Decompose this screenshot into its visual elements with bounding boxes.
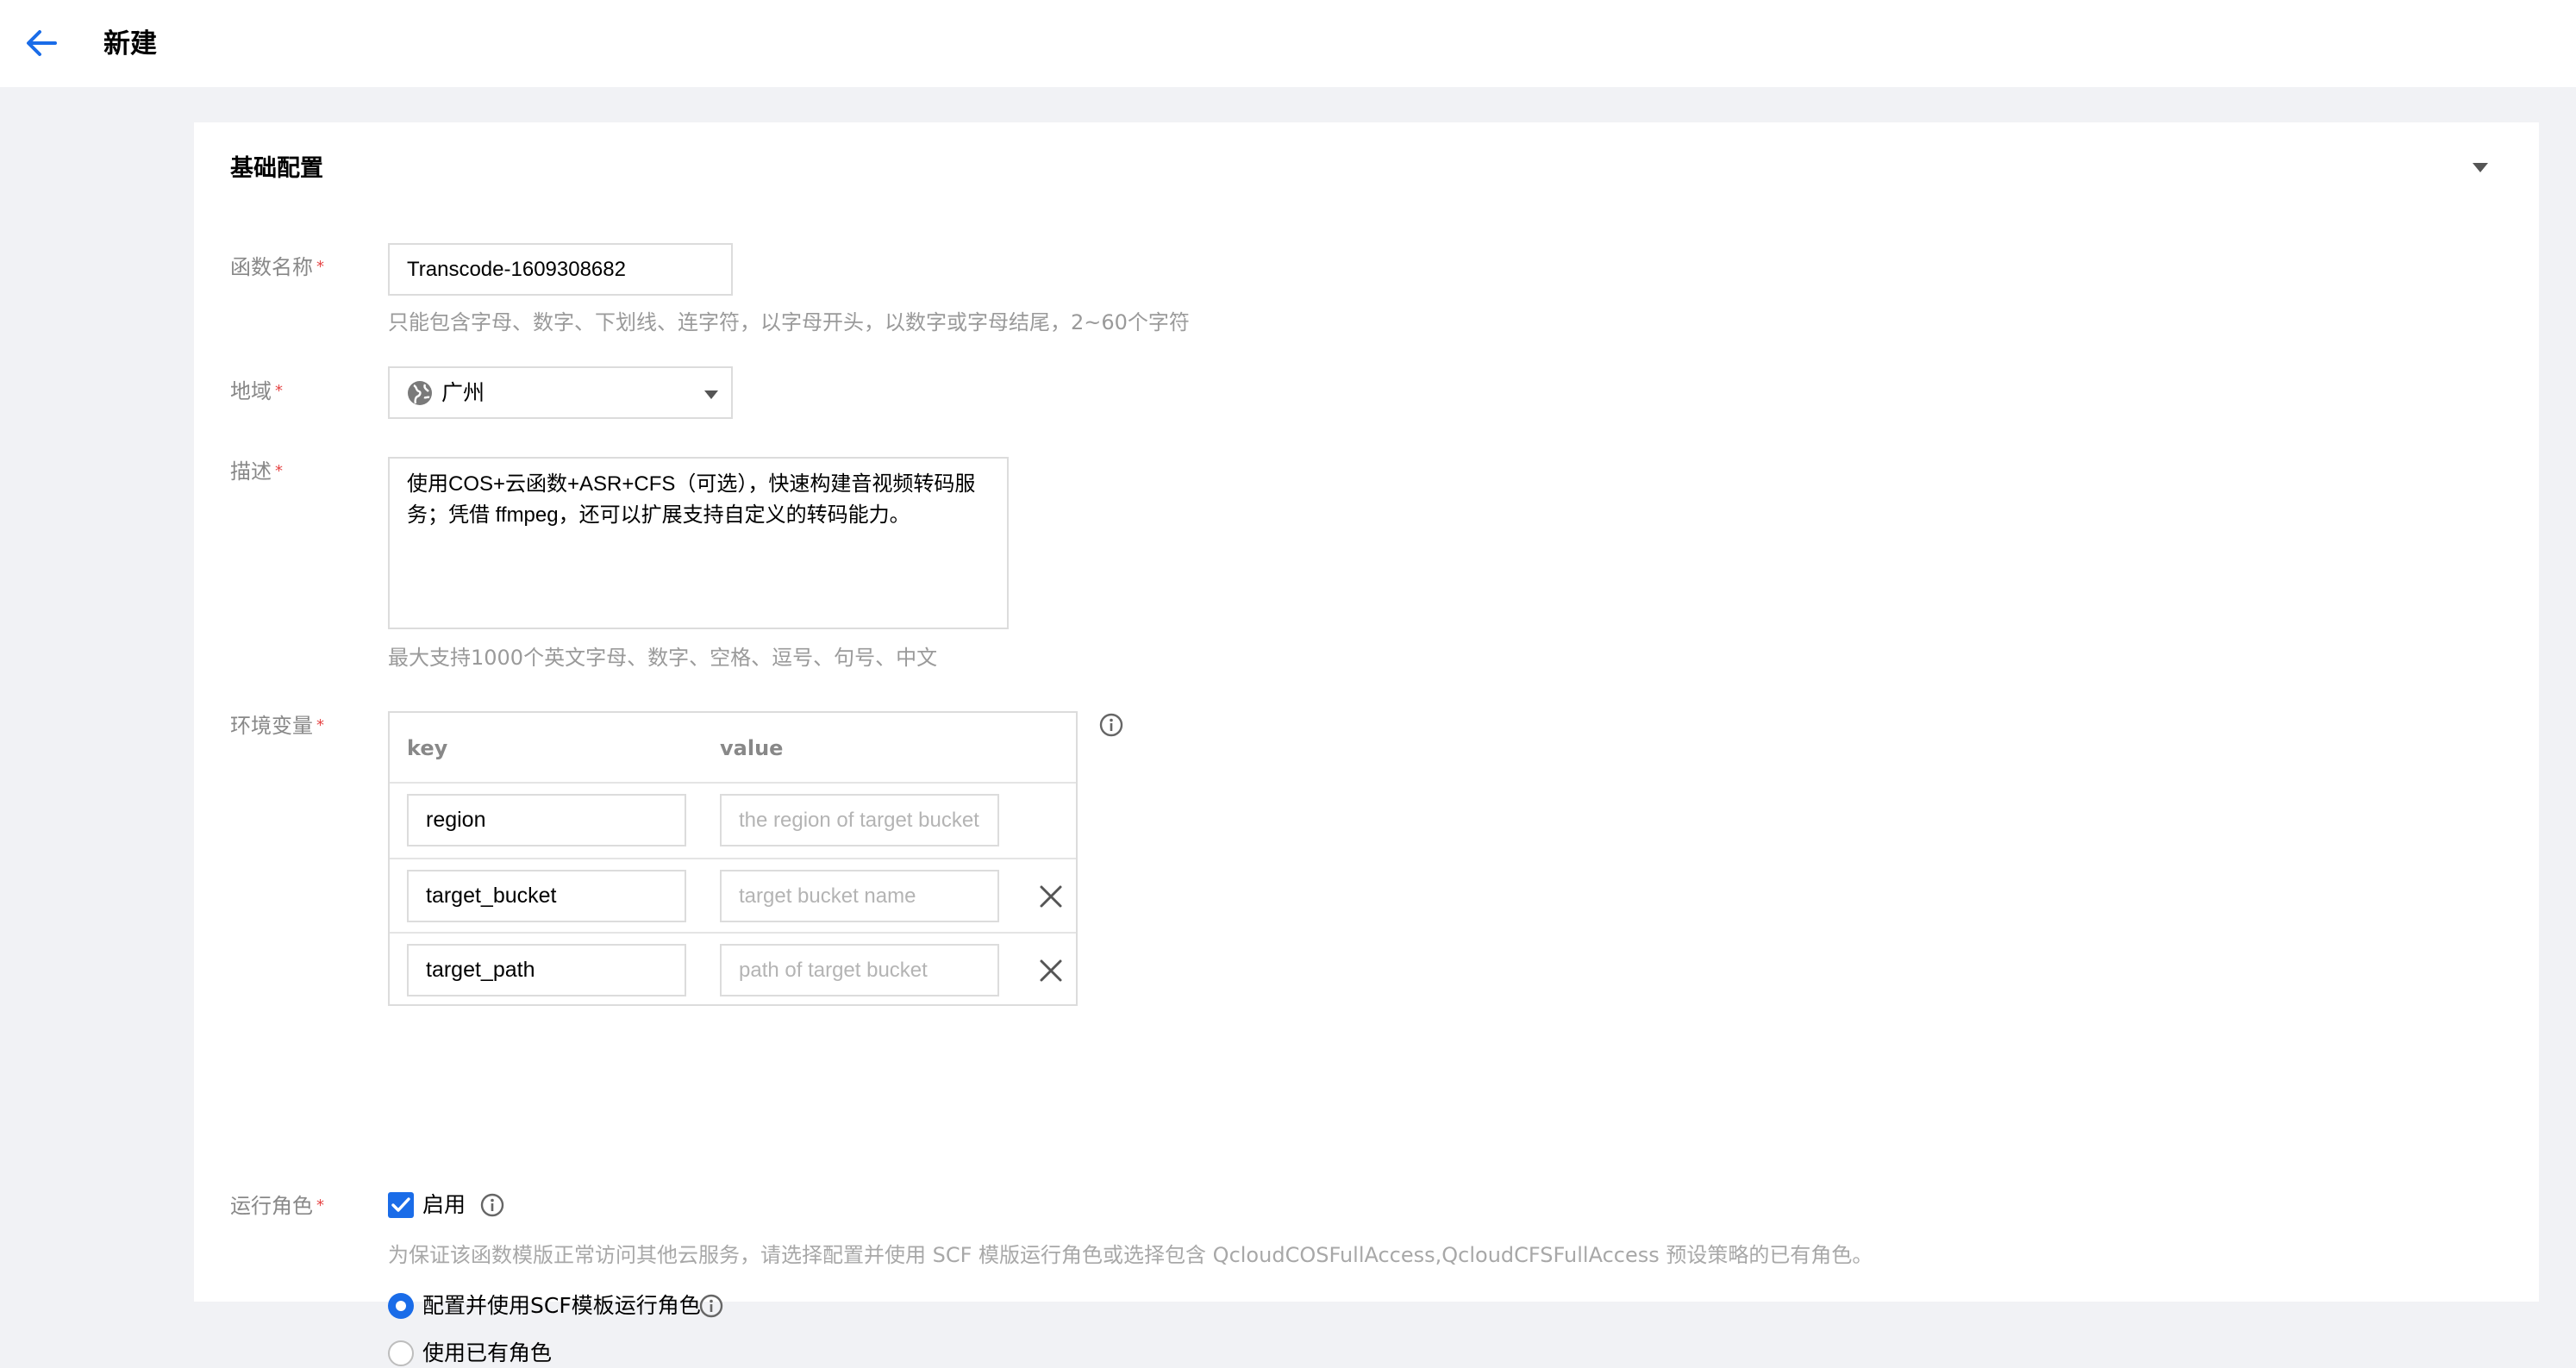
env-value-input[interactable]	[720, 794, 999, 846]
page-title: 新建	[103, 28, 157, 59]
enable-role-label: 启用	[422, 1192, 466, 1217]
info-icon[interactable]	[480, 1193, 504, 1217]
back-arrow-icon[interactable]	[24, 24, 59, 62]
function-name-label: 函数名称 *	[230, 255, 324, 279]
collapse-caret-icon[interactable]	[2471, 160, 2490, 174]
info-icon[interactable]	[699, 1294, 723, 1318]
run-role-hint: 为保证该函数模版正常访问其他云服务，请选择配置并使用 SCF 模版运行角色或选择…	[388, 1243, 1873, 1267]
env-value-input[interactable]	[720, 944, 999, 996]
section-title: 基础配置	[230, 155, 323, 182]
region-select[interactable]: 广州	[388, 366, 733, 419]
description-hint: 最大支持1000个英文字母、数字、空格、逗号、句号、中文	[388, 646, 938, 670]
env-row	[390, 932, 1076, 1008]
required-mark: *	[316, 716, 324, 734]
required-mark: *	[275, 382, 283, 400]
existing-role-label: 使用已有角色	[422, 1340, 553, 1365]
env-vars-table: key value	[388, 711, 1078, 1006]
globe-icon	[408, 381, 432, 405]
env-key-input[interactable]	[407, 794, 686, 846]
description-textarea[interactable]: 使用COS+云函数+ASR+CFS（可选），快速构建音视频转码服务；凭借 ffm…	[388, 457, 1009, 629]
close-icon[interactable]	[1038, 884, 1064, 909]
radio-existing-role[interactable]	[388, 1340, 414, 1366]
function-name-hint: 只能包含字母、数字、下划线、连字符，以字母开头，以数字或字母结尾，2~60个字符	[388, 310, 1190, 334]
required-mark: *	[275, 462, 283, 480]
region-label: 地域 *	[230, 379, 283, 403]
close-icon[interactable]	[1038, 958, 1064, 984]
env-table-header: key value	[390, 713, 1076, 784]
function-name-input[interactable]	[388, 243, 733, 296]
env-key-input[interactable]	[407, 944, 686, 996]
column-header-value: value	[720, 736, 784, 760]
env-key-input[interactable]	[407, 870, 686, 922]
env-row	[390, 784, 1076, 858]
run-role-label: 运行角色 *	[230, 1194, 324, 1218]
required-mark: *	[316, 258, 324, 276]
info-icon[interactable]	[1099, 713, 1123, 737]
scf-template-role-label: 配置并使用SCF模板运行角色	[422, 1293, 701, 1318]
region-value: 广州	[441, 380, 485, 405]
description-label: 描述 *	[230, 459, 283, 484]
radio-scf-template-role[interactable]	[388, 1293, 414, 1319]
env-value-input[interactable]	[720, 870, 999, 922]
env-row	[390, 858, 1076, 934]
enable-role-checkbox[interactable]	[388, 1192, 414, 1218]
required-mark: *	[316, 1196, 324, 1215]
top-bar: 新建	[0, 0, 2576, 87]
env-vars-label: 环境变量 *	[230, 714, 324, 738]
chevron-down-icon	[704, 390, 718, 399]
column-header-key: key	[407, 736, 448, 760]
basic-config-card: 基础配置 函数名称* 只能包含字母、数字、下划线、连字符，以字母开头，以数字或字…	[194, 122, 2539, 1366]
